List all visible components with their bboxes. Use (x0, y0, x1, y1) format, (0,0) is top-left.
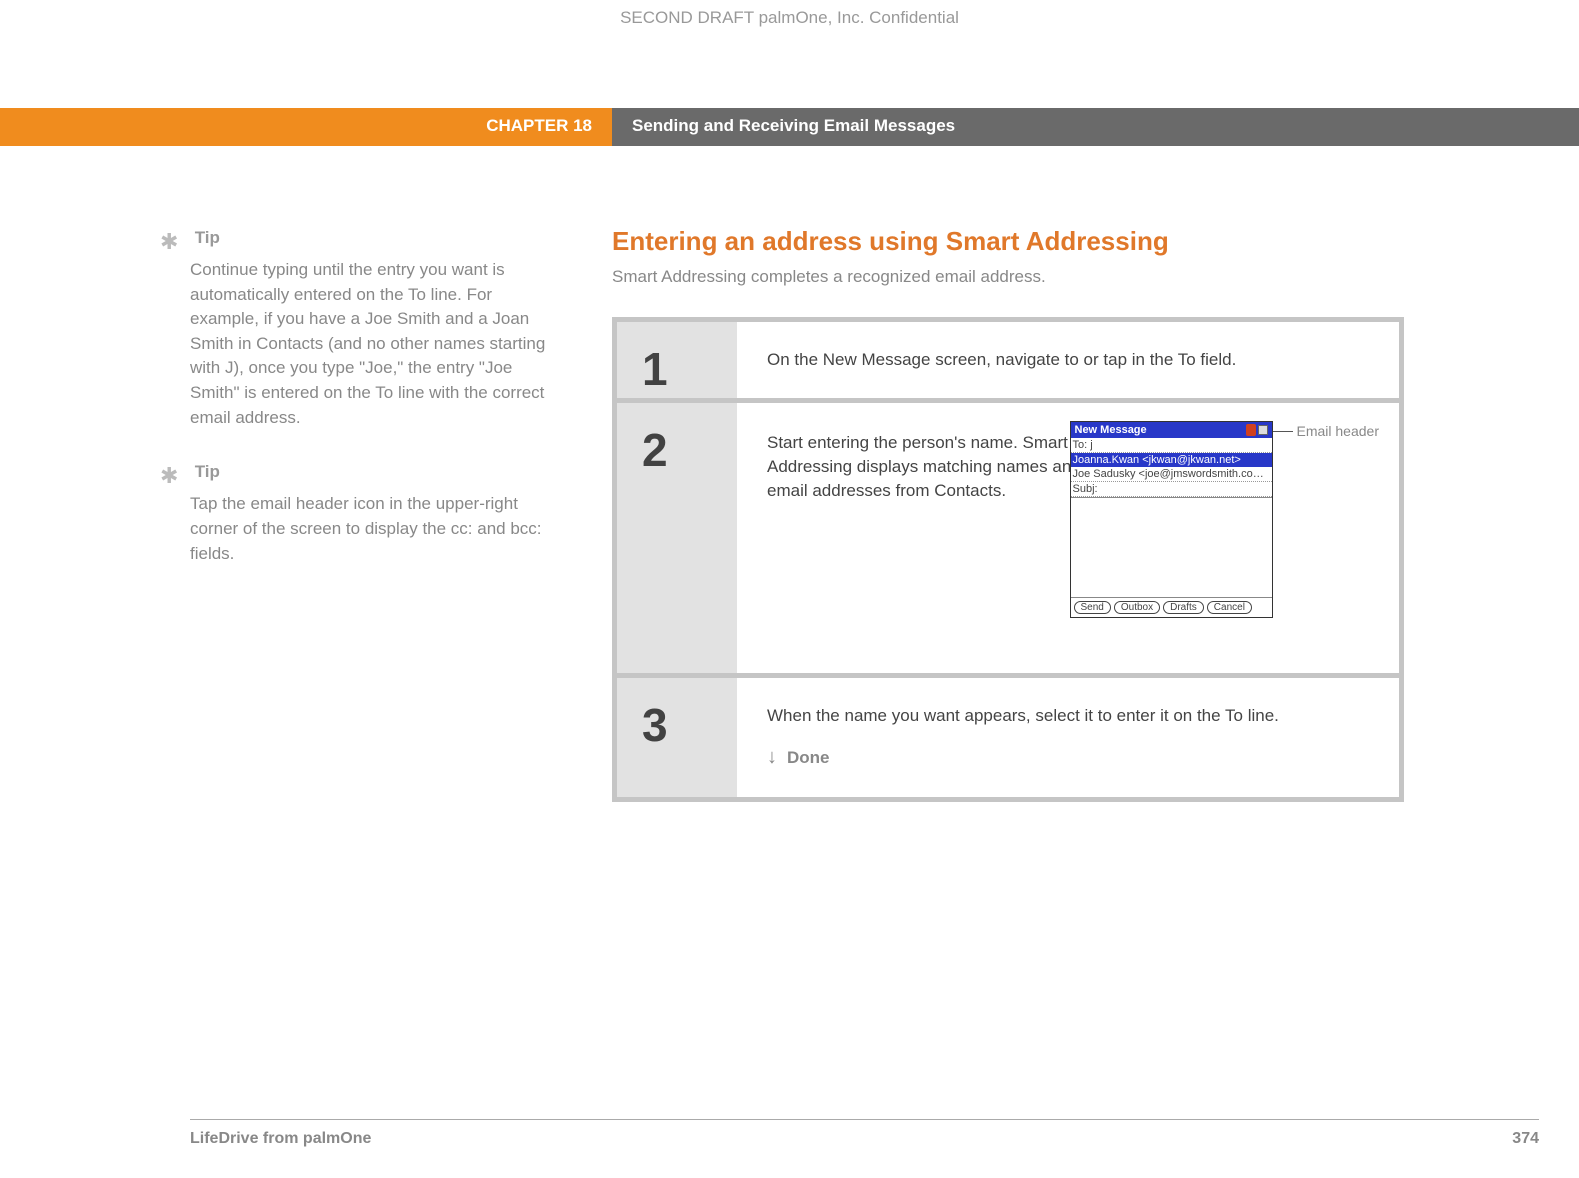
step-body: On the New Message screen, navigate to o… (737, 322, 1399, 398)
callout-line (1273, 431, 1293, 432)
palm-titlebar-icons (1246, 424, 1268, 436)
match-highlighted: Joanna.Kwan <jkwan@jkwan.net> (1071, 453, 1272, 467)
section-subtitle: Smart Addressing completes a recognized … (612, 267, 1404, 287)
message-body-area (1071, 497, 1272, 597)
step-text: Start entering the person's name. Smart … (767, 431, 1107, 502)
screenshot-wrapper: New Message To: j Joanna.Kwan <jkwan@ (1070, 421, 1380, 618)
subj-label: Subj: (1073, 483, 1098, 495)
step-body: Start entering the person's name. Smart … (737, 403, 1399, 673)
drafts-button: Drafts (1163, 601, 1204, 614)
step-3: 3 When the name you want appears, select… (617, 678, 1399, 797)
down-arrow-icon: ↓ (767, 746, 777, 769)
step-text: On the New Message screen, navigate to o… (767, 350, 1236, 369)
to-value: j (1090, 439, 1092, 451)
step-1: 1 On the New Message screen, navigate to… (617, 322, 1399, 398)
tip-text: Continue typing until the entry you want… (190, 260, 545, 427)
palm-title: New Message (1075, 424, 1147, 436)
palm-titlebar: New Message (1071, 422, 1272, 438)
subj-field-row: Subj: (1071, 482, 1272, 497)
content-area: ✱ Tip Continue typing until the entry yo… (0, 146, 1579, 802)
section-title: Entering an address using Smart Addressi… (612, 226, 1404, 257)
done-indicator: ↓ Done (767, 746, 1379, 769)
header-bar: CHAPTER 18 Sending and Receiving Email M… (0, 108, 1579, 146)
chapter-title: Sending and Receiving Email Messages (612, 108, 1579, 146)
match-text: Joe Sadusky <joe@jmswordsmith.co… (1073, 468, 1264, 480)
main-content: Entering an address using Smart Addressi… (612, 226, 1579, 802)
sidebar: ✱ Tip Continue typing until the entry yo… (0, 226, 612, 802)
send-button: Send (1074, 601, 1111, 614)
header-toggle-icon (1258, 425, 1268, 435)
to-field-row: To: j (1071, 438, 1272, 453)
step-text: When the name you want appears, select i… (767, 706, 1279, 725)
footer: LifeDrive from palmOne 374 (190, 1119, 1539, 1148)
step-number: 2 (617, 403, 737, 673)
steps-container: 1 On the New Message screen, navigate to… (612, 317, 1404, 802)
footer-product: LifeDrive from palmOne (190, 1130, 371, 1148)
step-number: 3 (617, 678, 737, 797)
cancel-button: Cancel (1207, 601, 1252, 614)
done-label: Done (787, 748, 830, 768)
outbox-button: Outbox (1114, 601, 1160, 614)
confidential-notice: SECOND DRAFT palmOne, Inc. Confidential (0, 0, 1579, 28)
attachment-icon (1246, 424, 1256, 436)
callout-label: Email header (1297, 423, 1380, 439)
tip-text: Tap the email header icon in the upper-r… (190, 494, 542, 562)
step-body: When the name you want appears, select i… (737, 678, 1399, 797)
chapter-label: CHAPTER 18 (0, 108, 612, 146)
step-2: 2 Start entering the person's name. Smar… (617, 403, 1399, 673)
page-number: 374 (1512, 1130, 1539, 1148)
star-icon: ✱ (160, 460, 190, 492)
tip-label: Tip (195, 462, 220, 481)
step-number: 1 (617, 322, 737, 398)
tip-2: ✱ Tip Tap the email header icon in the u… (190, 460, 552, 566)
to-label: To: (1073, 439, 1088, 451)
palm-button-row: Send Outbox Drafts Cancel (1071, 597, 1272, 617)
tip-1: ✱ Tip Continue typing until the entry yo… (190, 226, 552, 430)
tip-label: Tip (195, 228, 220, 247)
match-row: Joe Sadusky <joe@jmswordsmith.co… (1071, 467, 1272, 482)
star-icon: ✱ (160, 226, 190, 258)
palm-screenshot: New Message To: j Joanna.Kwan <jkwan@ (1070, 421, 1273, 618)
